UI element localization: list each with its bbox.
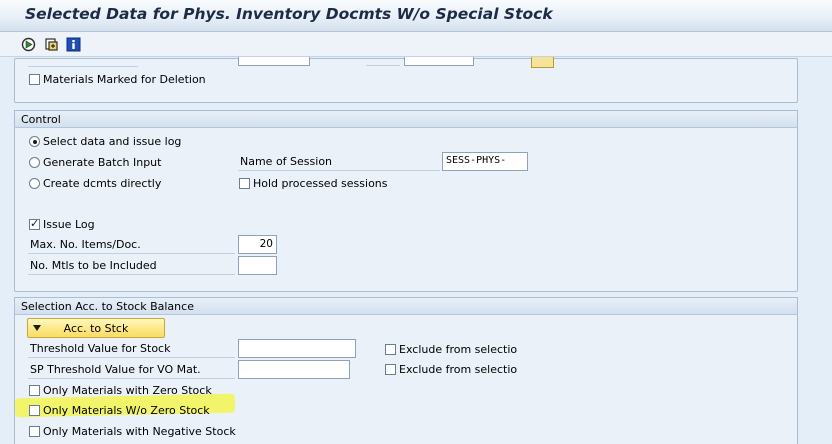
session-name-input[interactable]: SESS-PHYS- (442, 152, 528, 171)
cut-off-input-1[interactable] (238, 57, 310, 66)
control-group-title: Control (14, 110, 798, 128)
issue-log-checkbox[interactable] (29, 217, 40, 230)
cut-off-button[interactable] (531, 57, 554, 68)
radio-select-data[interactable] (29, 136, 40, 147)
cut-off-label (366, 57, 400, 66)
acc-to-stock-button-label: Acc. to Stck (63, 322, 129, 335)
acc-to-stock-button[interactable]: Acc. to Stck (27, 318, 165, 338)
radio-select-data-label: Select data and issue log (43, 135, 182, 148)
only-wo-zero-stock-checkbox[interactable] (29, 405, 40, 416)
materials-deletion-label: Materials Marked for Deletion (43, 73, 206, 86)
sp-threshold-exclude-label: Exclude from selectio (399, 363, 518, 376)
info-icon[interactable] (66, 37, 81, 52)
no-mtls-label: No. Mtls to be Included (28, 257, 235, 275)
no-mtls-input[interactable] (238, 256, 277, 275)
variant-icon[interactable] (44, 37, 59, 52)
session-name-label: Name of Session (238, 153, 440, 171)
only-negative-stock-label: Only Materials with Negative Stock (43, 425, 236, 438)
hold-sessions-checkbox[interactable] (239, 178, 250, 189)
dropdown-arrow-icon (33, 325, 41, 331)
hold-sessions-label: Hold processed sessions (253, 177, 388, 190)
radio-generate-batch-label: Generate Batch Input (43, 156, 162, 169)
sp-threshold-input[interactable] (238, 360, 350, 379)
max-items-input[interactable]: 20 (238, 235, 277, 254)
radio-create-directly[interactable] (29, 178, 40, 189)
stock-balance-group-title: Selection Acc. to Stock Balance (14, 297, 798, 315)
page-title: Selected Data for Phys. Inventory Docmts… (25, 5, 553, 23)
threshold-exclude-checkbox[interactable] (385, 344, 396, 355)
threshold-label: Threshold Value for Stock (28, 340, 235, 358)
only-zero-stock-checkbox[interactable] (29, 385, 40, 396)
materials-deletion-checkbox[interactable] (29, 74, 40, 85)
cut-off-field-line (28, 66, 138, 67)
cut-off-input-2[interactable] (404, 57, 474, 66)
threshold-input[interactable] (238, 339, 356, 358)
max-items-label: Max. No. Items/Doc. (28, 236, 235, 254)
radio-create-directly-label: Create dcmts directly (43, 177, 162, 190)
sp-threshold-exclude-checkbox[interactable] (385, 364, 396, 375)
sp-threshold-label: SP Threshold Value for VO Mat. (28, 361, 235, 379)
radio-generate-batch[interactable] (29, 157, 40, 168)
only-negative-stock-checkbox[interactable] (29, 426, 40, 437)
execute-icon[interactable] (21, 37, 36, 52)
application-toolbar (0, 32, 832, 57)
threshold-exclude-label: Exclude from selectio (399, 343, 518, 356)
issue-log-label: Issue Log (43, 218, 95, 231)
only-wo-zero-stock-label: Only Materials W/o Zero Stock (43, 404, 210, 417)
